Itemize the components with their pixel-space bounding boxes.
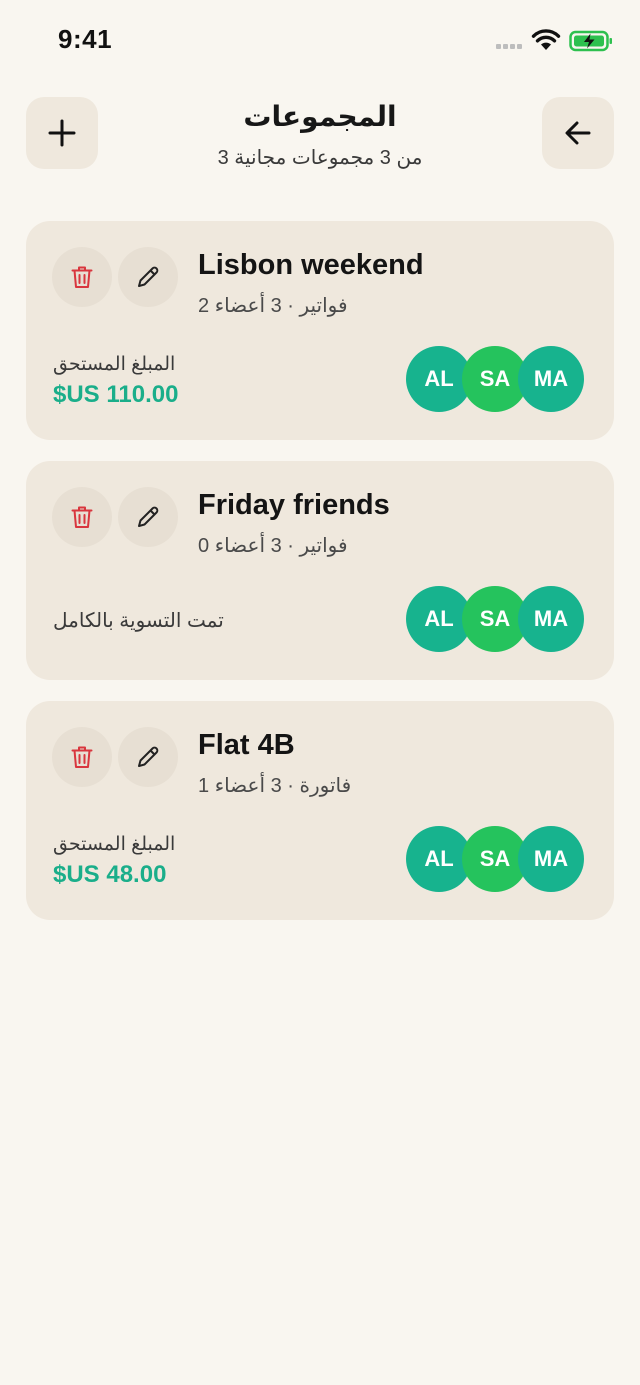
wifi-icon: [531, 29, 561, 50]
cellular-signal-icon: [496, 44, 524, 50]
group-meta: 0 فواتير · 3 أعضاء: [198, 535, 348, 557]
arrow-left-icon: [565, 121, 591, 145]
avatar: MA: [518, 346, 584, 412]
balance-label: المبلغ المستحق: [53, 354, 176, 375]
balance-amount: $US 110.00: [53, 381, 179, 408]
pencil-icon: [138, 506, 159, 527]
balance-label: المبلغ المستحق: [53, 834, 176, 855]
member-avatars: AL SA MA: [406, 826, 586, 892]
edit-group-button[interactable]: [118, 247, 178, 307]
edit-group-button[interactable]: [118, 727, 178, 787]
group-name: Flat 4B: [198, 729, 295, 761]
page-subtitle: 3 من 3 مجموعات مجانية: [217, 147, 423, 169]
group-card[interactable]: Flat 4B 1 فاتورة · 3 أعضاء المبلغ المستح…: [26, 701, 614, 920]
page-title: المجموعات: [243, 101, 397, 132]
avatar: MA: [518, 586, 584, 652]
status-bar: 9:41: [0, 0, 640, 80]
pencil-icon: [138, 746, 159, 767]
member-avatars: AL SA MA: [406, 346, 586, 412]
group-name: Friday friends: [198, 489, 390, 521]
group-meta: 2 فواتير · 3 أعضاء: [198, 295, 348, 317]
back-button[interactable]: [542, 97, 614, 169]
edit-group-button[interactable]: [118, 487, 178, 547]
avatar: MA: [518, 826, 584, 892]
group-card[interactable]: Friday friends 0 فواتير · 3 أعضاء تمت ال…: [26, 461, 614, 680]
balance-amount: $US 48.00: [53, 861, 167, 888]
group-meta: 1 فاتورة · 3 أعضاء: [198, 775, 352, 797]
delete-group-button[interactable]: [52, 487, 112, 547]
plus-icon: [48, 119, 76, 147]
delete-group-button[interactable]: [52, 727, 112, 787]
trash-icon: [71, 506, 93, 528]
trash-icon: [71, 266, 93, 288]
member-avatars: AL SA MA: [406, 586, 586, 652]
status-time: 9:41: [58, 24, 113, 54]
trash-icon: [71, 746, 93, 768]
group-name: Lisbon weekend: [198, 249, 424, 281]
add-group-button[interactable]: [26, 97, 98, 169]
group-card[interactable]: Lisbon weekend 2 فواتير · 3 أعضاء المبلغ…: [26, 221, 614, 440]
settled-status: تمت التسوية بالكامل: [53, 610, 224, 632]
pencil-icon: [138, 266, 159, 287]
battery-charging-icon: [569, 30, 612, 52]
delete-group-button[interactable]: [52, 247, 112, 307]
